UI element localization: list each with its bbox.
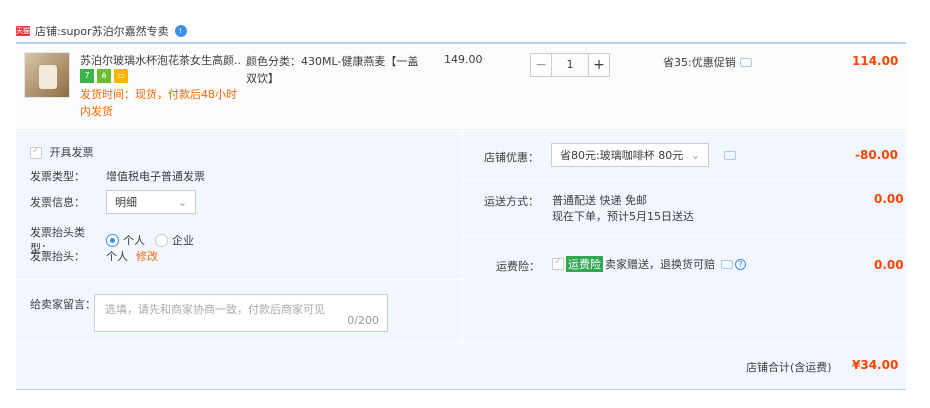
- seven-day-return-icon[interactable]: 7: [80, 69, 94, 83]
- invoice-info-key: 发票信息：: [30, 196, 85, 209]
- insurance-text: 卖家赠送，退换货可赔: [605, 258, 715, 271]
- invoice-title-row: 发票抬头： 个人 修改: [30, 248, 158, 264]
- radio-company[interactable]: [155, 233, 168, 247]
- quantity-stepper: − 1 +: [530, 53, 610, 77]
- wangwang-chat-icon[interactable]: !: [174, 25, 187, 37]
- comment-icon[interactable]: [739, 57, 752, 67]
- invoice-info-select[interactable]: 明细 ⌄: [106, 190, 196, 214]
- coupon-amount: -80.00: [855, 148, 898, 162]
- invoice-type-key: 发票类型：: [30, 170, 85, 183]
- promo-text: 省35:优惠促销: [663, 56, 736, 69]
- message-key: 给卖家留言：: [30, 298, 96, 311]
- subtotal-label: 店铺合计(含运费): [746, 361, 832, 374]
- invoice-title-key: 发票抬头：: [30, 250, 85, 263]
- service-guarantee-icon[interactable]: ⋔: [97, 69, 111, 83]
- coupon-select[interactable]: 省80元:玻璃咖啡杯 80元 ⌄: [551, 143, 709, 167]
- invoice-edit-link[interactable]: 修改: [136, 248, 158, 264]
- insurance-row: 运费险 卖家赠送，退换货可赔 ?: [552, 256, 746, 272]
- qty-minus-button[interactable]: −: [530, 53, 552, 77]
- shipping-info: 普通配送 快递 免邮 现在下单，预计5月15日送达: [552, 193, 694, 225]
- invoice-checkbox[interactable]: [30, 146, 42, 159]
- radio-personal-label[interactable]: 个人: [123, 232, 145, 248]
- insurance-checkbox[interactable]: [552, 257, 564, 270]
- invoice-type-row: 发票类型： 增值税电子普通发票: [30, 168, 205, 184]
- card-payment-icon[interactable]: ▭: [114, 69, 128, 83]
- chevron-down-icon: ⌄: [690, 148, 700, 162]
- comment-icon[interactable]: [721, 259, 733, 269]
- insurance-amount: 0.00: [874, 258, 904, 272]
- item-total: 114.00: [852, 54, 899, 68]
- tmall-icon: 天猫: [16, 26, 30, 36]
- product-title-link[interactable]: 苏泊尔玻璃水杯泡花茶女生高颜...: [80, 53, 242, 69]
- shop-label: 店铺:: [35, 25, 61, 38]
- bottom-divider: [16, 389, 906, 390]
- coupon-key: 店铺优惠：: [484, 151, 539, 164]
- shipping-amount: 0.00: [874, 192, 904, 206]
- invoice-info-value: 明细: [115, 196, 137, 209]
- shipping-key: 运送方式：: [484, 195, 539, 208]
- subtotal-amount: ¥34.00: [852, 358, 899, 372]
- qty-input[interactable]: 1: [552, 53, 588, 77]
- shipping-eta: 现在下单，预计5月15日送达: [552, 210, 694, 223]
- unit-price: 149.00: [444, 53, 483, 66]
- sku-info: 颜色分类：430ML-健康燕麦【一盖双饮】: [246, 55, 419, 85]
- qty-plus-button[interactable]: +: [588, 53, 610, 77]
- invoice-title-value: 个人: [106, 250, 128, 263]
- service-badges: 7 ⋔ ▭: [80, 69, 128, 83]
- insurance-tag: 运费险: [566, 256, 603, 272]
- invoice-type-value: 增值税电子普通发票: [106, 170, 205, 183]
- coupon-value: 省80元:玻璃咖啡杯 80元: [560, 149, 684, 162]
- invoice-toggle[interactable]: 开具发票: [30, 144, 94, 160]
- insurance-key: 运费险：: [496, 260, 540, 273]
- divider: [463, 180, 906, 181]
- radio-company-label[interactable]: 企业: [172, 232, 194, 248]
- message-placeholder: 选填，请先和商家协商一致，付款后商家可见: [105, 303, 325, 316]
- invoice-info-row: 发票信息： 明细 ⌄: [30, 190, 196, 214]
- chevron-down-icon: ⌄: [177, 195, 187, 209]
- shop-header: 天猫 店铺: supor苏泊尔嘉然专卖 !: [16, 22, 187, 40]
- shipping-method: 普通配送 快递 免邮: [552, 194, 647, 207]
- delivery-time: 发货时间：现货，付款后48小时内发货: [80, 88, 237, 118]
- divider: [463, 236, 906, 237]
- invoice-toggle-label: 开具发票: [49, 146, 94, 159]
- message-char-count: 0/200: [347, 314, 379, 327]
- product-thumbnail[interactable]: [24, 52, 70, 98]
- comment-icon[interactable]: [724, 151, 736, 160]
- radio-personal[interactable]: [106, 233, 119, 247]
- seller-message-textarea[interactable]: 选填，请先和商家协商一致，付款后商家可见 0/200: [94, 294, 388, 332]
- question-icon[interactable]: ?: [735, 258, 746, 270]
- promo-info: 省35:优惠促销: [663, 54, 752, 70]
- shop-name-link[interactable]: supor苏泊尔嘉然专卖: [61, 23, 169, 39]
